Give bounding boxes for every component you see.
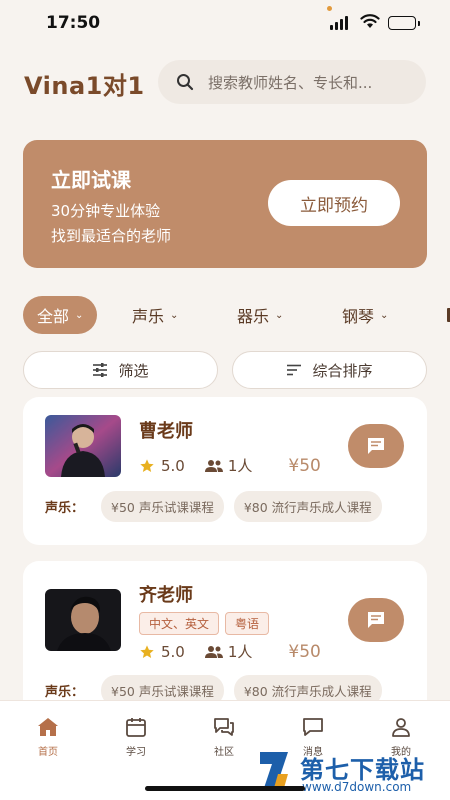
category-label: 声乐 bbox=[132, 307, 165, 326]
teacher-name: 齐老师 bbox=[139, 585, 193, 606]
teacher-stats: 5.0 1人 ¥50 bbox=[139, 455, 321, 476]
community-icon bbox=[214, 718, 234, 736]
sort-icon bbox=[287, 364, 302, 376]
filter-label: 筛选 bbox=[118, 361, 149, 380]
rating-value: 5.0 bbox=[161, 642, 185, 661]
teacher-avatar bbox=[45, 415, 121, 477]
rating-value: 5.0 bbox=[161, 456, 185, 475]
filter-icon bbox=[93, 363, 108, 377]
category-tabs: 全部 ⌄ 声乐 ⌄ 器乐 ⌄ 钢琴 ⌄ bbox=[23, 296, 450, 334]
teacher-card[interactable]: 齐老师 中文、英文 粤语 5.0 1人 ¥50 声乐： ¥50 声乐试课课程 ¥… bbox=[23, 561, 427, 721]
teacher-stats: 5.0 1人 ¥50 bbox=[139, 641, 321, 662]
status-bar: 17:50 bbox=[0, 0, 450, 44]
tab-study[interactable]: 学习 bbox=[101, 717, 171, 758]
chat-button[interactable] bbox=[348, 424, 404, 468]
sort-label: 综合排序 bbox=[312, 361, 373, 380]
teacher-price: ¥50 bbox=[288, 455, 321, 476]
filter-button[interactable]: 筛选 bbox=[23, 351, 218, 389]
chevron-down-icon: ⌄ bbox=[170, 309, 179, 321]
language-tag: 中文、英文 bbox=[139, 612, 220, 635]
tab-home[interactable]: 首页 bbox=[13, 717, 83, 758]
language-tags: 中文、英文 粤语 bbox=[139, 612, 270, 635]
category-all[interactable]: 全部 ⌄ bbox=[23, 296, 98, 334]
banner-title: 立即试课 bbox=[51, 168, 131, 192]
banner-subtitle-2: 找到最适合的老师 bbox=[51, 227, 172, 245]
chat-button[interactable] bbox=[348, 598, 404, 642]
status-time: 17:50 bbox=[46, 13, 101, 33]
message-icon bbox=[303, 718, 323, 736]
privacy-indicator-dot bbox=[327, 6, 332, 11]
category-instrument[interactable]: 器乐 ⌄ bbox=[237, 296, 283, 334]
star-icon bbox=[140, 458, 154, 472]
home-icon bbox=[38, 718, 58, 736]
search-placeholder: 搜索教师姓名、专长和... bbox=[208, 73, 373, 92]
students-icon bbox=[204, 645, 223, 658]
language-tag: 粤语 bbox=[225, 612, 270, 635]
search-input[interactable]: 搜索教师姓名、专长和... bbox=[158, 60, 426, 104]
home-indicator bbox=[145, 786, 305, 791]
category-label: 钢琴 bbox=[342, 307, 375, 326]
student-count: 1人 bbox=[227, 643, 253, 661]
book-now-button[interactable]: 立即预约 bbox=[268, 180, 400, 226]
wifi-icon bbox=[360, 14, 380, 28]
sort-button[interactable]: 综合排序 bbox=[232, 351, 427, 389]
tab-label: 学习 bbox=[126, 747, 146, 758]
tab-label: 首页 bbox=[38, 747, 58, 758]
teacher-price: ¥50 bbox=[288, 641, 321, 662]
teacher-name: 曹老师 bbox=[139, 421, 193, 442]
trial-lesson-banner: 立即试课 30分钟专业体验 找到最适合的老师 立即预约 bbox=[23, 140, 427, 268]
chat-icon bbox=[368, 438, 384, 454]
teacher-card[interactable]: 曹老师 5.0 1人 ¥50 声乐： ¥50 声乐试课课程 ¥80 流行声乐成人… bbox=[23, 397, 427, 545]
signal-icon bbox=[330, 16, 348, 30]
tab-label: 社区 bbox=[214, 747, 234, 758]
course-list: ¥50 声乐试课课程 ¥80 流行声乐成人课程 bbox=[101, 491, 405, 522]
category-vocal[interactable]: 声乐 ⌄ bbox=[132, 296, 178, 334]
battery-icon bbox=[388, 16, 420, 30]
category-label: 全部 bbox=[37, 307, 70, 326]
course-tag[interactable]: ¥80 流行声乐成人课程 bbox=[233, 491, 382, 522]
chat-icon bbox=[368, 612, 384, 628]
watermark-url: www.d7down.com bbox=[302, 780, 412, 794]
profile-icon bbox=[392, 718, 410, 737]
star-icon bbox=[140, 644, 154, 658]
category-piano[interactable]: 钢琴 ⌄ bbox=[342, 296, 388, 334]
course-category-label: 声乐： bbox=[45, 500, 85, 516]
student-count: 1人 bbox=[227, 457, 253, 475]
course-tag[interactable]: ¥50 声乐试课课程 bbox=[101, 491, 224, 522]
calendar-icon bbox=[126, 718, 146, 737]
students-icon bbox=[204, 459, 223, 472]
app-title: Vina1对1 bbox=[24, 72, 145, 100]
chevron-down-icon: ⌄ bbox=[75, 309, 84, 321]
course-category-label: 声乐： bbox=[45, 684, 85, 700]
course-row: 声乐： bbox=[45, 490, 91, 522]
teacher-avatar bbox=[45, 589, 121, 651]
chevron-down-icon: ⌄ bbox=[380, 309, 389, 321]
category-label: 器乐 bbox=[237, 307, 270, 326]
search-icon bbox=[177, 74, 194, 91]
site-watermark: 第七下载站 www.d7down.com bbox=[254, 748, 450, 800]
banner-subtitle-1: 30分钟专业体验 bbox=[51, 202, 161, 220]
chevron-down-icon: ⌄ bbox=[275, 309, 284, 321]
tab-community[interactable]: 社区 bbox=[189, 717, 259, 758]
